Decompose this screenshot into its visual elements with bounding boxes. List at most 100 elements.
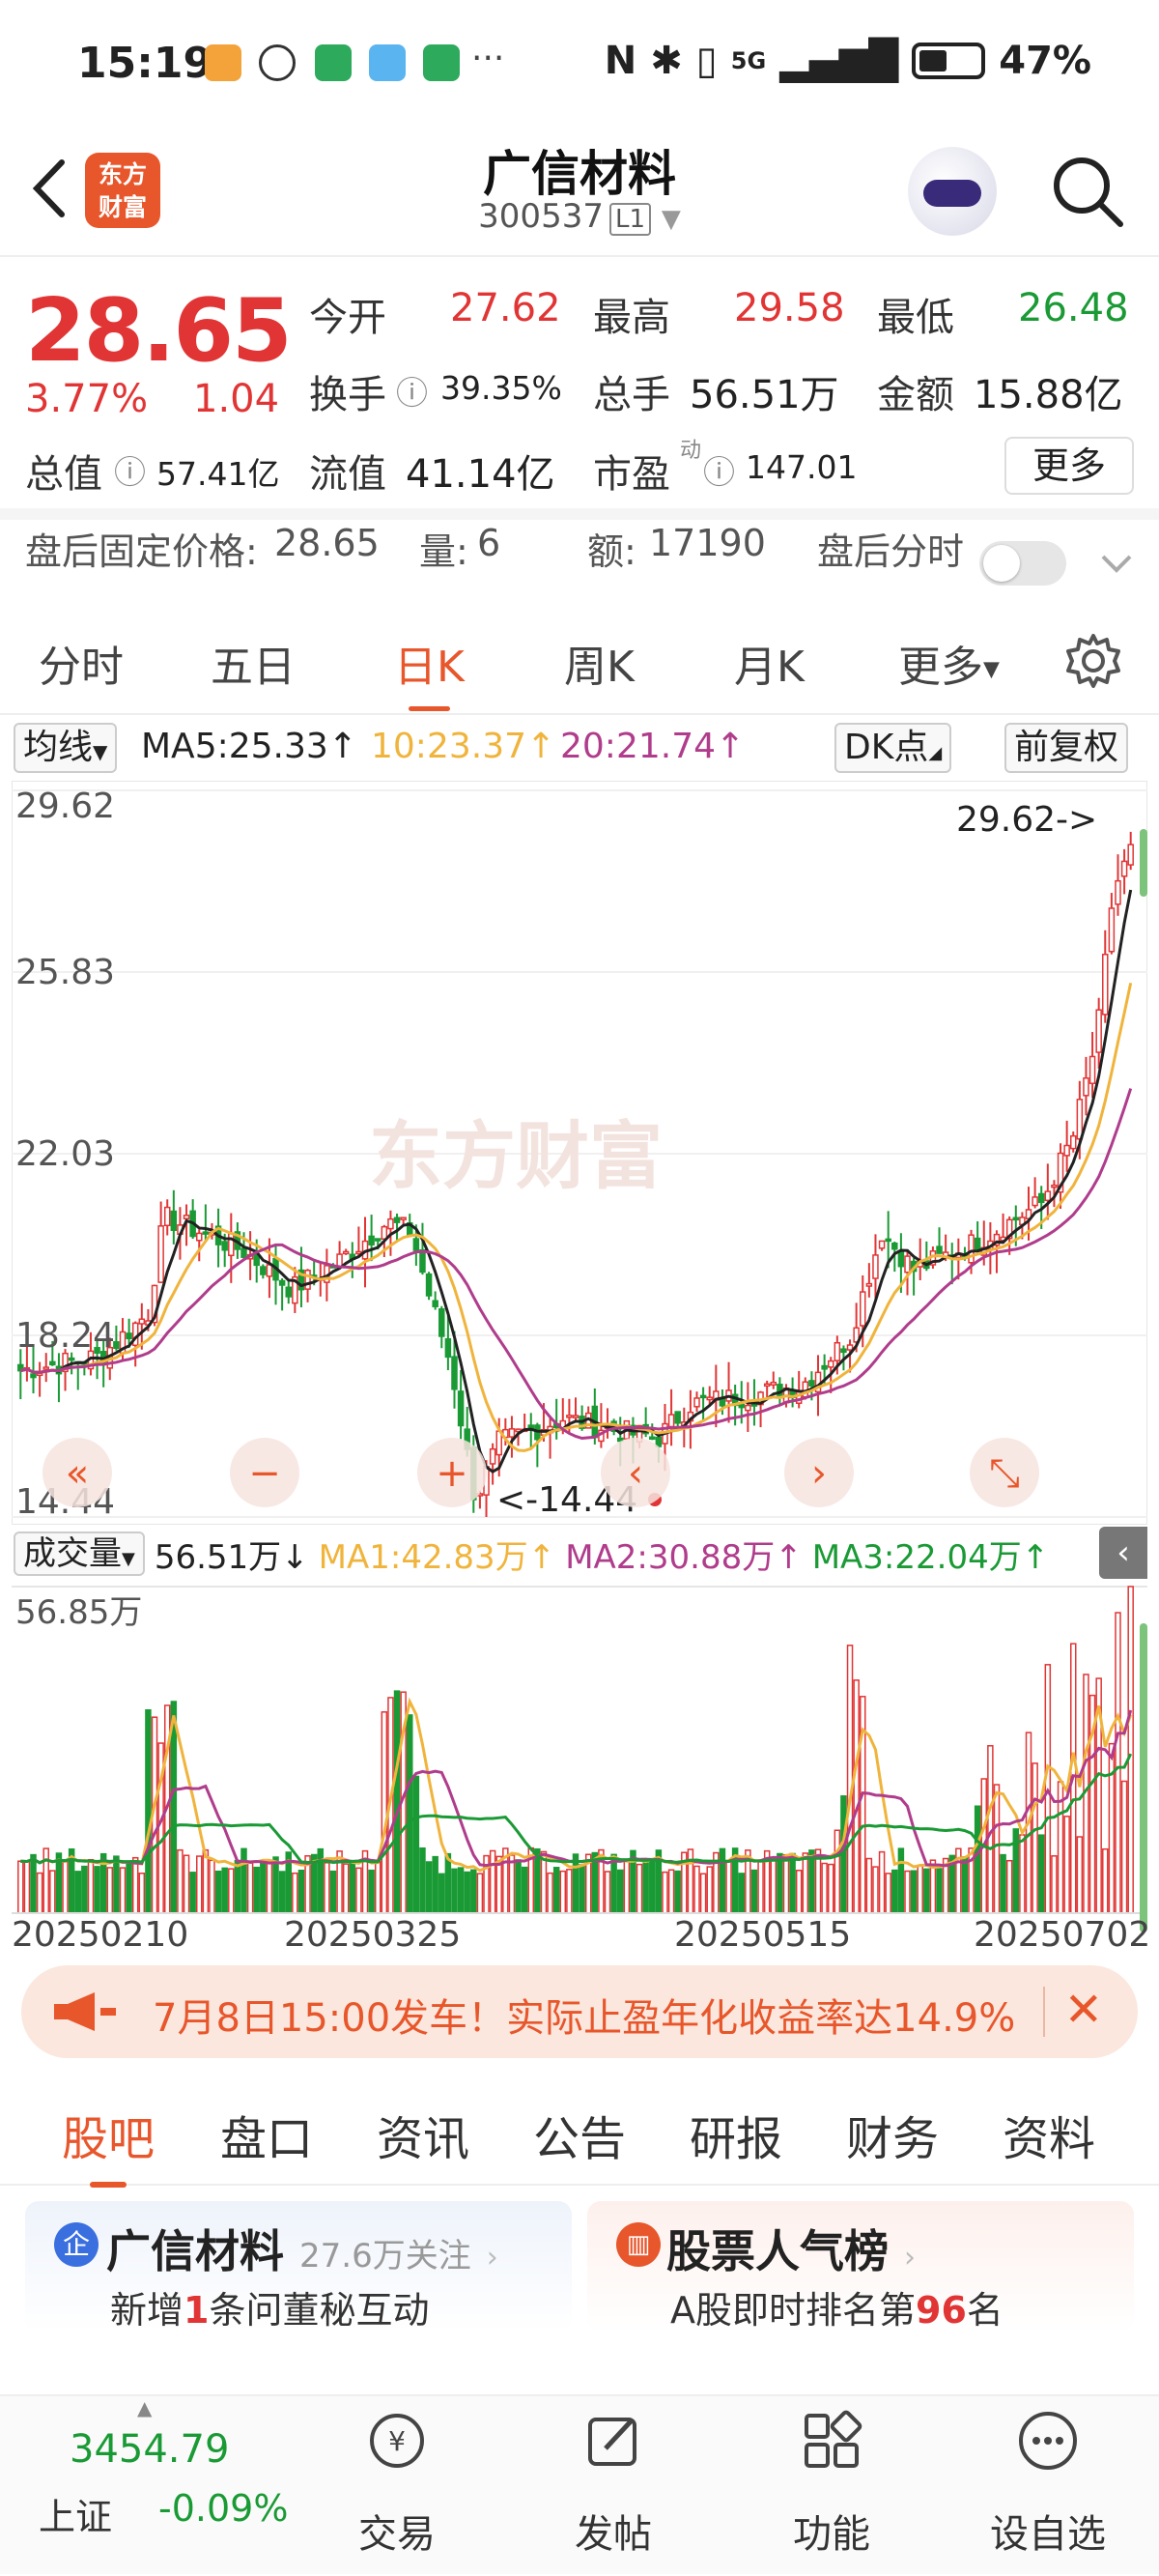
svg-text:−: −: [248, 1451, 281, 1496]
caret-down-icon: ▼: [983, 657, 1000, 682]
kline-chart[interactable]: 东方财富 29.6225.8322.0318.2414.4429.62-><-1…: [11, 780, 1148, 1526]
volume-bar: [419, 1846, 426, 1914]
more-quote-button[interactable]: 更多: [1004, 437, 1134, 495]
candle-body: [432, 1300, 438, 1307]
candle-body: [336, 1253, 343, 1268]
close-icon[interactable]: ✕: [1064, 1983, 1103, 2037]
rank-num: 96: [916, 2289, 967, 2332]
volume-bar: [750, 1869, 758, 1914]
change-percent: 3.77%: [25, 377, 149, 421]
candle-body: [968, 1234, 975, 1264]
date-label: 20250210: [12, 1915, 188, 1952]
tab-daily-k[interactable]: 日K: [394, 632, 465, 711]
volume-chart[interactable]: 56.85万 20250210 20250325 20250515 20250702: [12, 1527, 1150, 1955]
volume-label: 总手: [593, 373, 670, 417]
info-icon[interactable]: ⓘ: [396, 367, 428, 414]
volume-bar: [253, 1866, 260, 1914]
volume-selector[interactable]: 成交量▼: [14, 1531, 145, 1576]
volume-bar: [329, 1870, 337, 1914]
volume-bar: [623, 1859, 631, 1914]
tab-pankou[interactable]: 盘口: [220, 2101, 313, 2168]
volume-bar: [381, 1711, 388, 1914]
open-value: 27.62: [450, 286, 561, 330]
tab-more[interactable]: 更多▼: [898, 632, 1000, 694]
volume-bar: [853, 1679, 860, 1914]
volume-bar: [17, 1860, 24, 1914]
nav-trade[interactable]: ¥ 交易: [315, 2396, 479, 2576]
candle-body: [163, 1206, 171, 1227]
home-app-icon: [315, 44, 352, 81]
volume-bar: [393, 1690, 401, 1914]
volume-bar: [1127, 1586, 1134, 1914]
info-icon[interactable]: ⓘ: [703, 446, 735, 493]
scroll-left-icon[interactable]: ‹: [601, 1438, 670, 1507]
volume-bar: [604, 1871, 611, 1914]
candle-body: [1069, 1134, 1077, 1150]
gear-icon[interactable]: [1062, 630, 1124, 692]
candle-body: [878, 1240, 886, 1249]
tab-finance[interactable]: 财务: [846, 2101, 939, 2168]
zoom-out-icon[interactable]: −: [230, 1438, 299, 1507]
volume-bar: [457, 1867, 465, 1914]
date-label: 20250325: [284, 1915, 461, 1952]
ma-selector[interactable]: 均线▼: [14, 723, 118, 773]
promo-text: 7月8日15:00发车！实际止盈年化收益率达14.9%: [153, 1996, 1016, 2041]
scroll-right-icon[interactable]: ›: [784, 1438, 854, 1507]
volume-bar: [1108, 1742, 1116, 1914]
assistant-robot-icon[interactable]: [908, 147, 997, 236]
promo-banner[interactable]: 7月8日15:00发车！实际止盈年化收益率达14.9% ✕: [21, 1965, 1138, 2058]
info-icon[interactable]: ⓘ: [114, 446, 146, 493]
volume-bar: [993, 1784, 1001, 1914]
caret-up-icon: ▲: [137, 2396, 153, 2419]
candle-body: [674, 1411, 681, 1424]
candle-body: [278, 1279, 286, 1286]
volume-bar: [1120, 1780, 1128, 1914]
tab-timeshare[interactable]: 分时: [39, 632, 124, 694]
after-hours-amt-label: 额:: [587, 530, 636, 573]
volume-bar: [425, 1861, 433, 1914]
zoom-in-icon[interactable]: +: [417, 1438, 487, 1507]
search-icon[interactable]: [1049, 153, 1126, 230]
app-notification-icon: [205, 44, 241, 81]
candle-body: [196, 1232, 203, 1242]
volume-bar: [342, 1863, 350, 1914]
dk-point-button[interactable]: DK点◢: [834, 723, 952, 773]
tab-profile[interactable]: 资料: [1003, 2101, 1095, 2168]
tab-guba[interactable]: 股吧: [62, 2101, 155, 2188]
volume-bar: [897, 1847, 905, 1914]
volume-bar: [189, 1872, 196, 1914]
tab-five-day[interactable]: 五日: [211, 632, 296, 694]
ranking-icon: ▥: [616, 2222, 661, 2267]
chevron-down-icon[interactable]: [1097, 549, 1136, 578]
chart-period-tabs: 分时 五日 日K 周K 月K 更多▼: [0, 609, 1159, 715]
current-price: 28.65: [25, 280, 293, 382]
volume-bar: [917, 1865, 923, 1914]
tab-announcements[interactable]: 公告: [533, 2101, 626, 2168]
nav-set-watchlist[interactable]: 设自选: [966, 2396, 1130, 2576]
adjust-button[interactable]: 前复权: [1004, 723, 1129, 773]
tab-research[interactable]: 研报: [690, 2101, 782, 2168]
stock-forum-card[interactable]: 企 广信材料 27.6万关注 › 新增1条问董秘互动: [25, 2201, 572, 2333]
tab-monthly-k[interactable]: 月K: [734, 632, 805, 694]
candle-body: [489, 1447, 496, 1465]
tab-weekly-k[interactable]: 周K: [564, 632, 635, 694]
volume-bar: [936, 1868, 943, 1914]
volume-bar: [923, 1868, 930, 1914]
scroll-left-fast-icon[interactable]: «: [42, 1438, 112, 1507]
tab-news[interactable]: 资讯: [377, 2101, 469, 2168]
divider: [0, 508, 1159, 520]
collapse-panel-button[interactable]: ‹: [1099, 1527, 1147, 1579]
fullscreen-icon[interactable]: ⤡: [970, 1438, 1039, 1507]
candle-body: [572, 1415, 580, 1418]
candle-body: [368, 1235, 375, 1245]
nav-post[interactable]: 发帖: [531, 2396, 695, 2576]
after-hours-toggle[interactable]: [979, 541, 1066, 586]
volume-bar: [559, 1870, 567, 1914]
volume-bar: [444, 1852, 452, 1914]
index-ticker[interactable]: ▲ 3454.79 上证 -0.09%: [0, 2396, 309, 2576]
volume-bar: [131, 1856, 139, 1914]
candle-body: [393, 1216, 401, 1223]
popularity-card[interactable]: ▥ 股票人气榜 › A股即时排名第96名: [587, 2201, 1134, 2333]
nav-functions[interactable]: 功能: [749, 2396, 914, 2576]
status-bar: 15:19 ··· N ✱ ▯ 5G ▂▄▆█ 47%: [0, 0, 1159, 126]
